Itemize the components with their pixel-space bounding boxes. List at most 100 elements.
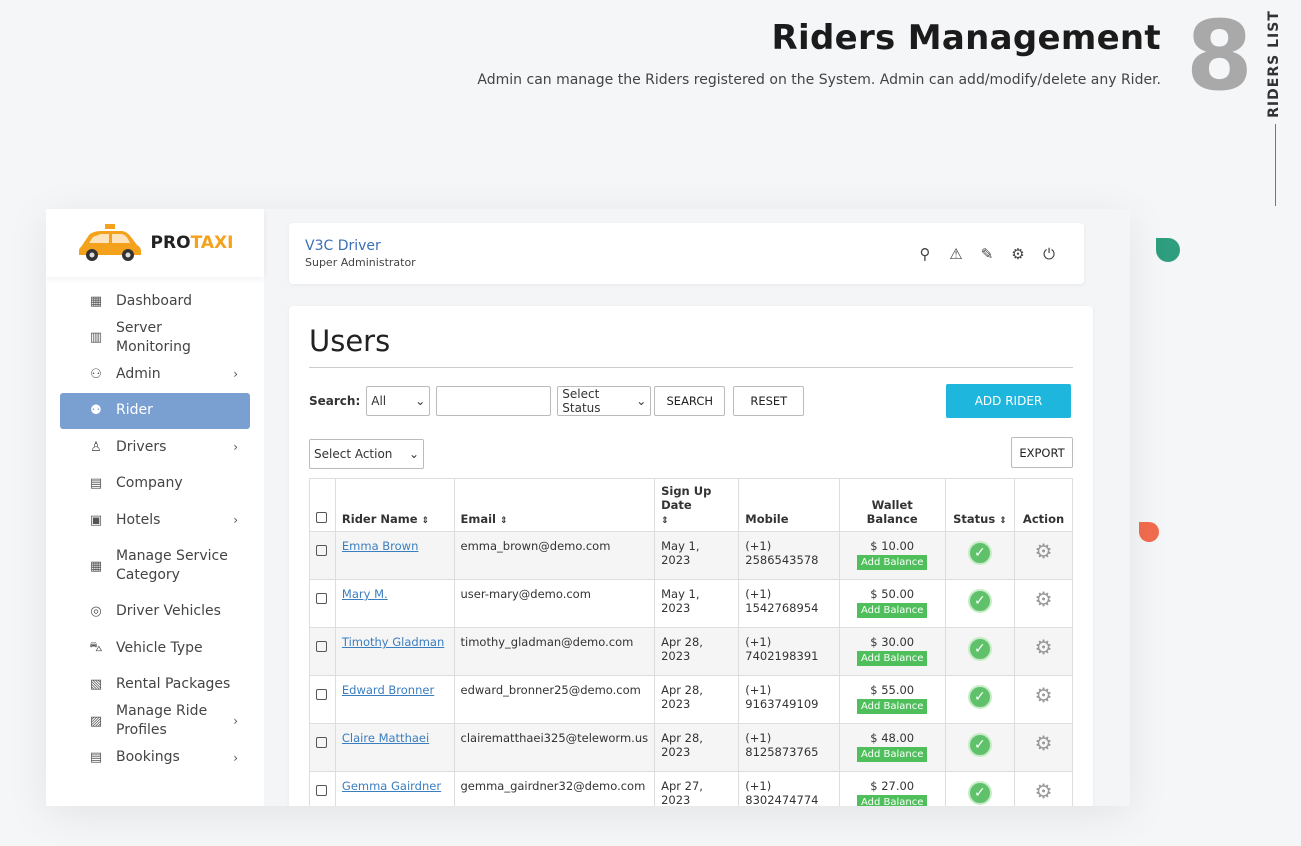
active-status-check-icon[interactable]: ✓	[967, 541, 992, 565]
riders-table: Rider Name ⇕ Email ⇕ Sign Up Date ⇕ Mobil…	[309, 478, 1073, 806]
sidebar-item-manage-service-category[interactable]: ▦ Manage Service Category	[60, 539, 250, 594]
settings-gear-icon[interactable]: ⚙	[1009, 245, 1027, 263]
search-scope-select[interactable]: All ⌄	[366, 386, 431, 416]
logo[interactable]: PROTAXI	[46, 209, 264, 277]
sidebar-item-dashboard[interactable]: ▦ Dashboard	[60, 283, 250, 320]
wallet-cell: $ 48.00 Add Balance	[838, 723, 946, 772]
row-checkbox[interactable]	[316, 641, 327, 652]
sidebar-item-rider[interactable]: ⚉ Rider	[60, 392, 250, 429]
col-rider-name[interactable]: Rider Name ⇕	[334, 478, 455, 532]
active-status-check-icon[interactable]: ✓	[967, 685, 992, 709]
top-icon-bar: ⚲ ⚠ ✎ ⚙ ⏻	[916, 245, 1058, 263]
wallet-cell: $ 30.00 Add Balance	[838, 627, 946, 676]
row-checkbox[interactable]	[316, 737, 327, 748]
row-settings-gear-icon[interactable]: ⚙	[1021, 779, 1066, 803]
sidebar-item-admin[interactable]: ⚇ Admin ›	[60, 356, 250, 393]
active-status-check-icon[interactable]: ✓	[967, 781, 992, 805]
col-signup-date[interactable]: Sign Up Date ⇕	[654, 478, 740, 532]
row-checkbox[interactable]	[316, 785, 327, 796]
email-cell: gemma_gairdner32@demo.com	[453, 771, 656, 806]
user-name[interactable]: V3C Driver	[305, 238, 381, 254]
profile-user-icon[interactable]: ⚲	[916, 245, 934, 263]
sort-icon: ⇕	[661, 516, 669, 526]
select-all-cell	[309, 478, 336, 532]
add-balance-button[interactable]: Add Balance	[856, 795, 928, 806]
rider-name-cell: Emma Brown	[334, 531, 455, 580]
active-status-check-icon[interactable]: ✓	[967, 589, 992, 613]
row-settings-gear-icon[interactable]: ⚙	[1021, 683, 1066, 707]
select-all-checkbox[interactable]	[316, 512, 327, 523]
sidebar-item-drivers[interactable]: ♙ Drivers ›	[60, 429, 250, 466]
steering-wheel-icon: ◎	[90, 604, 102, 620]
sidebar-item-label: Rental Packages	[116, 676, 231, 693]
rider-name-link[interactable]: Gemma Gairdner	[342, 779, 441, 793]
search-input[interactable]	[436, 386, 552, 416]
edit-notes-icon[interactable]: ✎	[978, 245, 996, 263]
sidebar-item-bookings[interactable]: ▤ Bookings ›	[60, 740, 250, 777]
sidebar-item-vehicle-type[interactable]: ⛍ Vehicle Type	[60, 630, 250, 667]
sidebar-item-rental-packages[interactable]: ▧ Rental Packages	[60, 667, 250, 704]
sidebar-item-label: Admin	[116, 365, 161, 382]
power-logout-icon[interactable]: ⏻	[1040, 245, 1058, 263]
sort-icon: ⇕	[500, 516, 508, 526]
sidebar-item-hotels[interactable]: ▣ Hotels ›	[60, 502, 250, 539]
chevron-right-icon: ›	[233, 714, 238, 729]
rider-name-link[interactable]: Emma Brown	[342, 539, 418, 553]
sort-icon: ⇕	[421, 516, 430, 526]
row-settings-gear-icon[interactable]: ⚙	[1021, 587, 1066, 611]
hotel-icon: ▣	[89, 512, 103, 528]
sidebar: PROTAXI ▦ Dashboard ▥ Server Monitoring ⚇ Adm…	[46, 209, 264, 806]
row-checkbox[interactable]	[316, 689, 327, 700]
sort-icon: ⇕	[999, 516, 1007, 526]
action-cell: ⚙	[1014, 627, 1073, 676]
warning-icon[interactable]: ⚠	[947, 245, 965, 263]
sidebar-item-driver-vehicles[interactable]: ◎ Driver Vehicles	[60, 594, 250, 631]
row-settings-gear-icon[interactable]: ⚙	[1021, 731, 1066, 755]
wallet-cell: $ 55.00 Add Balance	[838, 675, 946, 724]
sidebar-item-manage-ride-profiles[interactable]: ▨ Manage Ride Profiles ›	[60, 703, 250, 740]
add-balance-button[interactable]: Add Balance	[856, 603, 928, 618]
chevron-right-icon: ›	[233, 750, 238, 765]
add-balance-button[interactable]: Add Balance	[856, 699, 928, 714]
rider-name-link[interactable]: Edward Bronner	[342, 683, 434, 697]
col-email-label: Email	[460, 512, 496, 526]
status-select[interactable]: Select Status ⌄	[557, 386, 652, 416]
status-cell: ✓	[944, 771, 1016, 806]
rider-name-link[interactable]: Mary M.	[342, 587, 388, 601]
rider-name-link[interactable]: Claire Matthaei	[342, 731, 429, 745]
rider-name-cell: Timothy Gladman	[334, 627, 455, 676]
row-checkbox[interactable]	[316, 593, 327, 604]
add-balance-button[interactable]: Add Balance	[856, 555, 928, 570]
dashboard-icon: ▦	[89, 293, 103, 309]
export-button[interactable]: EXPORT	[1011, 437, 1073, 468]
wallet-balance: $ 10.00	[870, 539, 915, 553]
bulk-action-select[interactable]: Select Action ⌄	[309, 439, 424, 469]
search-button[interactable]: SEARCH	[654, 386, 726, 416]
active-status-check-icon[interactable]: ✓	[967, 733, 992, 757]
add-rider-button[interactable]: ADD RIDER	[946, 384, 1071, 418]
col-action-label: Action	[1022, 512, 1065, 526]
col-email[interactable]: Email ⇕	[453, 478, 656, 532]
sidebar-item-company[interactable]: ▤ Company	[60, 466, 250, 503]
mobile-cell: (+1) 8125873765	[738, 723, 840, 772]
row-checkbox[interactable]	[316, 545, 327, 556]
signup-date-cell: Apr 28, 2023	[654, 723, 740, 772]
col-status[interactable]: Status ⇕	[944, 478, 1016, 532]
section-side-tag-label: RIDERS LIST	[1266, 10, 1282, 118]
section-side-tag: RIDERS LIST	[1262, 10, 1286, 118]
signup-date-cell: Apr 27, 2023	[654, 771, 740, 806]
page-banner-subtitle: Admin can manage the Riders registered o…	[477, 72, 1161, 88]
row-settings-gear-icon[interactable]: ⚙	[1021, 539, 1066, 563]
row-settings-gear-icon[interactable]: ⚙	[1021, 635, 1066, 659]
sidebar-item-server-monitoring[interactable]: ▥ Server Monitoring	[60, 320, 250, 357]
signup-date-cell: May 1, 2023	[654, 579, 740, 628]
add-balance-button[interactable]: Add Balance	[856, 651, 928, 666]
add-balance-button[interactable]: Add Balance	[856, 747, 928, 762]
reset-button[interactable]: RESET	[733, 386, 805, 416]
table-row: Timothy Gladman timothy_gladman@demo.com A…	[309, 627, 1073, 676]
action-cell: ⚙	[1014, 771, 1073, 806]
rider-name-link[interactable]: Timothy Gladman	[342, 635, 444, 649]
active-status-check-icon[interactable]: ✓	[967, 637, 992, 661]
vehicle-type-icon: ⛍	[89, 639, 103, 655]
decorative-orange-blob	[1139, 522, 1159, 542]
